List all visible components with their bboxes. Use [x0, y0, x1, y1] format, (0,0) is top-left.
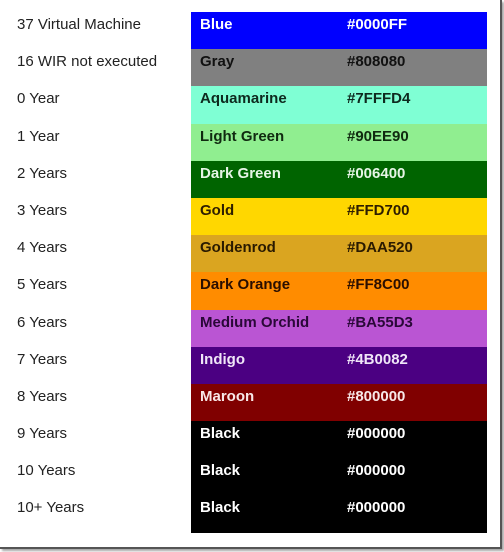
color-table: Blue #0000FF Gray #808080 Aquamarine #7FFFD4 L…	[191, 12, 487, 533]
color-hex: #90EE90	[347, 127, 409, 145]
color-name: Black	[200, 499, 241, 517]
category-labels: 37 Virtual Machine 16 WIR not executed 0 Y…	[17, 12, 187, 533]
color-hex: #808080	[347, 53, 406, 71]
category-label: 0 Year	[17, 90, 60, 108]
color-row: Dark Green #006400	[191, 160, 487, 198]
color-hex: #FFD700	[347, 201, 410, 219]
color-name: Gold	[200, 201, 235, 219]
color-name: Medium Orchid	[200, 313, 310, 331]
color-row: Maroon #800000	[191, 383, 487, 422]
category-label: 5 Years	[17, 276, 68, 294]
color-row: Black #000000	[191, 458, 487, 496]
color-row: Gray #808080	[191, 49, 487, 87]
category-label: 1 Year	[17, 127, 60, 145]
category-label: 4 Years	[17, 239, 68, 257]
category-label: 2 Years	[17, 164, 68, 182]
category-label: 3 Years	[17, 201, 68, 219]
color-row: Aquamarine #7FFFD4	[191, 86, 487, 124]
color-hex: #000000	[347, 499, 406, 517]
color-row: Blue #0000FF	[191, 12, 487, 50]
color-row: Indigo #4B0082	[191, 346, 487, 384]
color-row: Medium Orchid #BA55D3	[191, 309, 487, 347]
color-hex: #000000	[347, 462, 406, 480]
color-hex: #000000	[347, 425, 406, 443]
category-label: 10 Years	[17, 462, 76, 480]
color-row: Black #000000	[191, 421, 487, 459]
color-hex: #800000	[347, 387, 406, 405]
category-label: 9 Years	[17, 425, 68, 443]
category-label: 6 Years	[17, 313, 68, 331]
color-hex: #BA55D3	[347, 313, 413, 331]
color-name: Black	[200, 462, 241, 480]
category-label: 7 Years	[17, 350, 68, 368]
color-name: Maroon	[200, 387, 255, 405]
color-hex: #FF8C00	[347, 276, 410, 294]
color-hex: #7FFFD4	[347, 90, 411, 108]
category-label: 37 Virtual Machine	[17, 16, 141, 33]
color-hex: #0000FF	[347, 16, 408, 33]
category-label: 10+ Years	[17, 499, 85, 517]
color-name: Aquamarine	[200, 90, 287, 108]
color-hex: #DAA520	[347, 239, 413, 257]
color-name: Dark Orange	[200, 276, 291, 294]
color-row: Dark Orange #FF8C00	[191, 272, 487, 310]
color-row: Black #000000	[191, 495, 487, 533]
color-hex: #006400	[347, 164, 406, 182]
color-name: Indigo	[200, 350, 245, 368]
color-name: Gray	[200, 53, 235, 71]
color-name: Light Green	[200, 127, 285, 145]
color-name: Blue	[200, 16, 233, 33]
color-row: Goldenrod #DAA520	[191, 235, 487, 273]
color-name: Goldenrod	[200, 239, 276, 257]
color-row: Gold #FFD700	[191, 197, 487, 236]
color-hex: #4B0082	[347, 350, 408, 368]
color-row: Light Green #90EE90	[191, 123, 487, 161]
legend-frame: 37 Virtual Machine 16 WIR not executed 0 Y…	[0, 0, 502, 549]
category-label: 8 Years	[17, 387, 68, 405]
color-name: Dark Green	[200, 164, 281, 182]
color-name: Black	[200, 425, 241, 443]
category-label: 16 WIR not executed	[17, 53, 158, 71]
